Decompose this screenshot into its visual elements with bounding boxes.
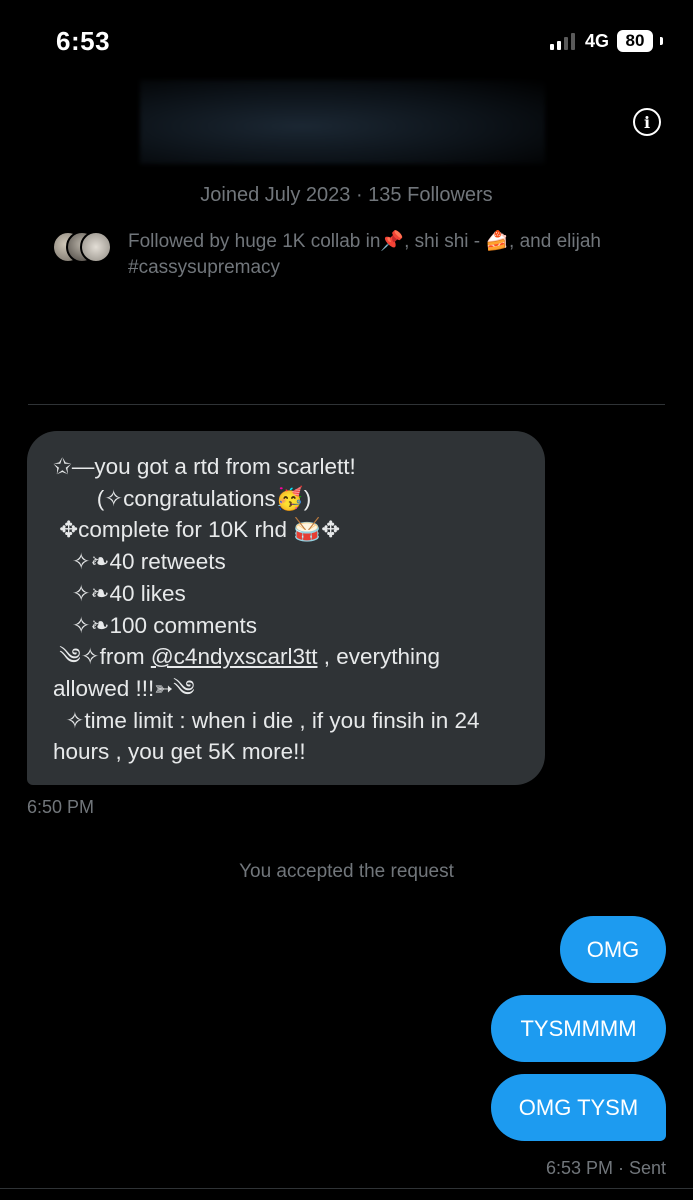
info-icon[interactable]: i [633, 108, 661, 136]
message-text: , everything [317, 644, 441, 670]
message-text: ༄✧from [53, 644, 151, 670]
message-line: ✧❧40 likes [53, 580, 186, 606]
dm-screen: 6:53 4G 80 i Joined July 2023 · 135 Foll… [0, 0, 693, 1200]
status-indicators: 4G 80 [549, 30, 663, 52]
message-line: ✧❧100 comments [53, 612, 258, 638]
battery-cap [660, 37, 663, 45]
received-message-bubble[interactable]: ✩—you got a rtd from scarlett! (✧congrat… [27, 431, 545, 785]
message-line: ✥complete for 10K rhd 🥁✥ [53, 517, 341, 543]
mention-link[interactable]: @c4ndyxscarl3tt [151, 644, 318, 669]
followed-by[interactable]: Followed by huge 1K collab in📌, shi shi … [52, 229, 652, 281]
status-time: 6:53 [56, 26, 111, 56]
message-line: ✧❧40 retweets [53, 549, 226, 575]
battery-icon: 80 [617, 30, 653, 52]
profile-banner [140, 80, 545, 164]
sent-message-bubble[interactable]: OMG [560, 916, 666, 983]
system-message: You accepted the request [239, 861, 454, 882]
message-line: ༄✧from @c4ndyxscarl3tt , everything [53, 641, 527, 673]
composer-divider [0, 1188, 693, 1189]
sent-message-bubble[interactable]: TYSMMMM [491, 995, 666, 1062]
followed-by-line: Followed by huge 1K collab in📌, shi shi … [128, 231, 601, 252]
received-timestamp: 6:50 PM [27, 797, 95, 817]
message-line: ✧time limit : when i die , if you finsih… [53, 707, 480, 733]
sent-message-bubble[interactable]: OMG TYSM [491, 1074, 666, 1141]
battery-level: 80 [625, 31, 645, 50]
joined-followers-text: Joined July 2023 · 135 Followers [200, 184, 493, 206]
followed-by-line: #cassysupremacy [128, 257, 281, 278]
followed-by-text: Followed by huge 1K collab in📌, shi shi … [128, 229, 601, 281]
sent-status: 6:53 PM · Sent [545, 1158, 666, 1178]
follower-avatars [52, 231, 112, 263]
message-line: hours , you get 5K more!! [53, 739, 306, 765]
message-line: ✩—you got a rtd from scarlett! [53, 454, 356, 479]
signal-icon [549, 32, 575, 50]
message-line: allowed !!!➳༄ [53, 675, 195, 701]
message-line: (✧congratulations🥳) [53, 485, 312, 511]
avatar [80, 231, 112, 263]
network-type: 4G [584, 30, 609, 51]
divider [28, 404, 665, 405]
